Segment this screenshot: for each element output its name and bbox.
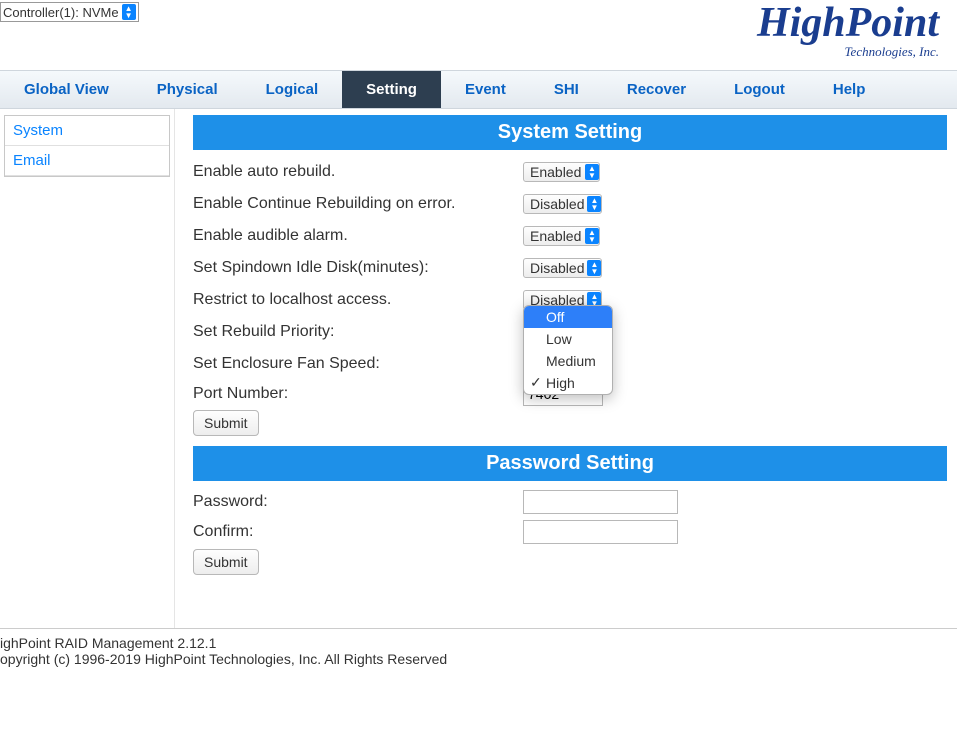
dropdown-option-low[interactable]: Low: [524, 328, 612, 350]
label-localhost: Restrict to localhost access.: [193, 291, 523, 309]
select-continue-rebuild[interactable]: Disabled ▲▼: [523, 194, 602, 214]
footer-line1: ighPoint RAID Management 2.12.1: [0, 635, 957, 651]
row-confirm: Confirm:: [193, 517, 947, 547]
dropdown-arrows-icon: ▲▼: [587, 196, 601, 212]
select-auto-rebuild[interactable]: Enabled ▲▼: [523, 162, 600, 182]
sidebar-box: System Email: [4, 115, 170, 177]
select-spindown[interactable]: Disabled ▲▼: [523, 258, 602, 278]
nav-global-view[interactable]: Global View: [0, 71, 133, 108]
password-setting-header: Password Setting: [193, 446, 947, 481]
label-confirm: Confirm:: [193, 523, 523, 541]
dropdown-option-label: High: [546, 375, 575, 391]
dropdown-arrows-icon: ▲▼: [585, 164, 599, 180]
nav-setting[interactable]: Setting: [342, 71, 441, 108]
nav-logical[interactable]: Logical: [242, 71, 343, 108]
label-port: Port Number:: [193, 385, 523, 403]
label-fan-speed: Set Enclosure Fan Speed:: [193, 355, 523, 373]
sidebar-item-email[interactable]: Email: [5, 146, 169, 176]
dropdown-option-label: Medium: [546, 353, 596, 369]
nav-shi[interactable]: SHI: [530, 71, 603, 108]
dropdown-option-label: Low: [546, 331, 572, 347]
row-audible-alarm: Enable audible alarm. Enabled ▲▼: [193, 220, 947, 252]
dropdown-arrows-icon: ▲▼: [587, 260, 601, 276]
label-rebuild-priority: Set Rebuild Priority:: [193, 323, 523, 341]
dropdown-option-medium[interactable]: Medium: [524, 350, 612, 372]
sidebar-item-system[interactable]: System: [5, 116, 169, 146]
password-input[interactable]: [523, 490, 678, 514]
fan-speed-dropdown: Off Low Medium ✓ High: [523, 305, 613, 395]
system-submit-row: Submit: [193, 408, 947, 436]
nav-logout[interactable]: Logout: [710, 71, 809, 108]
nav-recover[interactable]: Recover: [603, 71, 710, 108]
dropdown-arrows-icon: ▲▼: [122, 4, 136, 20]
dropdown-arrows-icon: ▲▼: [585, 228, 599, 244]
label-spindown: Set Spindown Idle Disk(minutes):: [193, 259, 523, 277]
select-auto-rebuild-value: Enabled: [530, 164, 582, 180]
dropdown-option-off[interactable]: Off: [524, 306, 612, 328]
footer: ighPoint RAID Management 2.12.1 opyright…: [0, 629, 957, 667]
row-auto-rebuild: Enable auto rebuild. Enabled ▲▼: [193, 156, 947, 188]
nav-help[interactable]: Help: [809, 71, 890, 108]
select-continue-rebuild-value: Disabled: [530, 196, 584, 212]
confirm-input[interactable]: [523, 520, 678, 544]
controller-select[interactable]: Controller(1): NVMe ▲▼: [0, 2, 139, 22]
dropdown-option-high[interactable]: ✓ High: [524, 372, 612, 394]
select-spindown-value: Disabled: [530, 260, 584, 276]
nav-event[interactable]: Event: [441, 71, 530, 108]
nav-physical[interactable]: Physical: [133, 71, 242, 108]
logo-sub: Technologies, Inc.: [757, 44, 939, 60]
footer-line2: opyright (c) 1996-2019 HighPoint Technol…: [0, 651, 957, 667]
row-continue-rebuild: Enable Continue Rebuilding on error. Dis…: [193, 188, 947, 220]
label-audible-alarm: Enable audible alarm.: [193, 227, 523, 245]
content: System Email System Setting Enable auto …: [0, 109, 957, 629]
label-auto-rebuild: Enable auto rebuild.: [193, 163, 523, 181]
nav-bar: Global View Physical Logical Setting Eve…: [0, 70, 957, 109]
check-icon: ✓: [530, 374, 542, 391]
system-submit-button[interactable]: Submit: [193, 410, 259, 436]
logo: HighPoint Technologies, Inc.: [757, 2, 947, 60]
select-audible-alarm-value: Enabled: [530, 228, 582, 244]
password-submit-button[interactable]: Submit: [193, 549, 259, 575]
top-bar: Controller(1): NVMe ▲▼ HighPoint Technol…: [0, 0, 957, 70]
label-password: Password:: [193, 493, 523, 511]
system-setting-header: System Setting: [193, 115, 947, 150]
label-continue-rebuild: Enable Continue Rebuilding on error.: [193, 195, 523, 213]
sidebar: System Email: [0, 109, 175, 628]
controller-select-value: Controller(1): NVMe: [3, 5, 119, 20]
password-submit-row: Submit: [193, 547, 947, 575]
row-password: Password:: [193, 487, 947, 517]
logo-main: HighPoint: [757, 2, 939, 44]
dropdown-option-label: Off: [546, 309, 564, 325]
row-spindown: Set Spindown Idle Disk(minutes): Disable…: [193, 252, 947, 284]
select-audible-alarm[interactable]: Enabled ▲▼: [523, 226, 600, 246]
main: System Setting Enable auto rebuild. Enab…: [175, 109, 957, 628]
